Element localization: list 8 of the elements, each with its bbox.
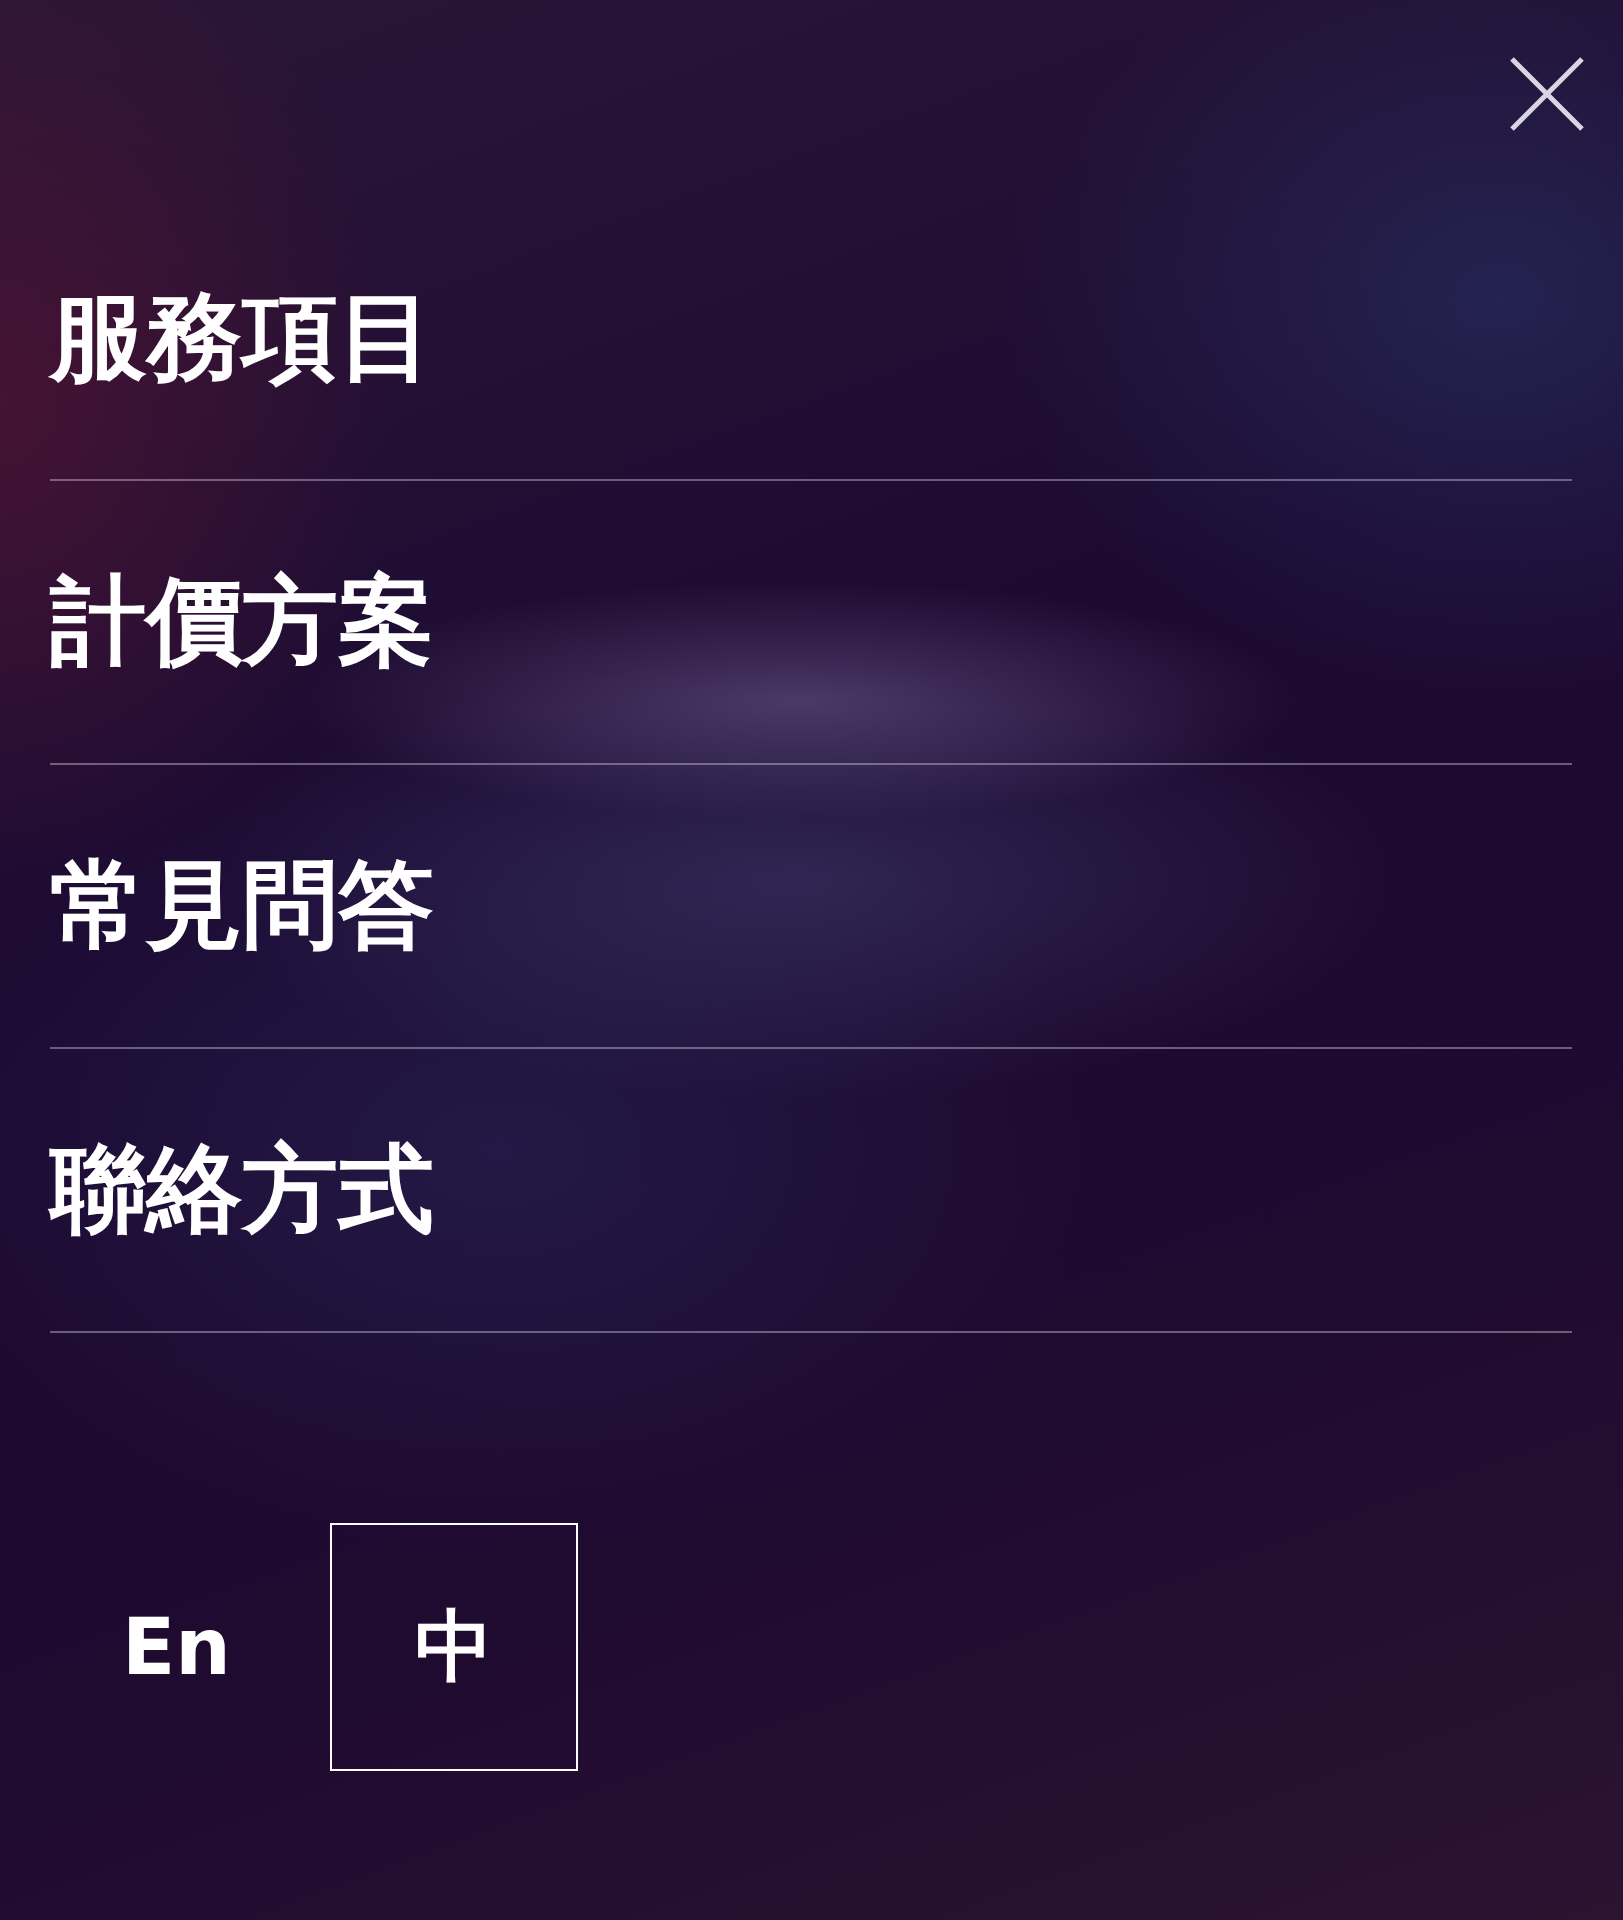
- language-option[interactable]: En: [120, 1523, 233, 1771]
- menu-item[interactable]: 服務項目: [50, 280, 434, 396]
- menu-item[interactable]: 計價方案: [50, 564, 434, 680]
- language-option[interactable]: 中: [329, 1523, 578, 1771]
- close-button[interactable]: [1509, 56, 1585, 132]
- close-icon: [1509, 56, 1585, 132]
- menu-item[interactable]: 聯絡方式: [50, 1132, 434, 1248]
- menu-item[interactable]: 常見問答: [50, 848, 434, 964]
